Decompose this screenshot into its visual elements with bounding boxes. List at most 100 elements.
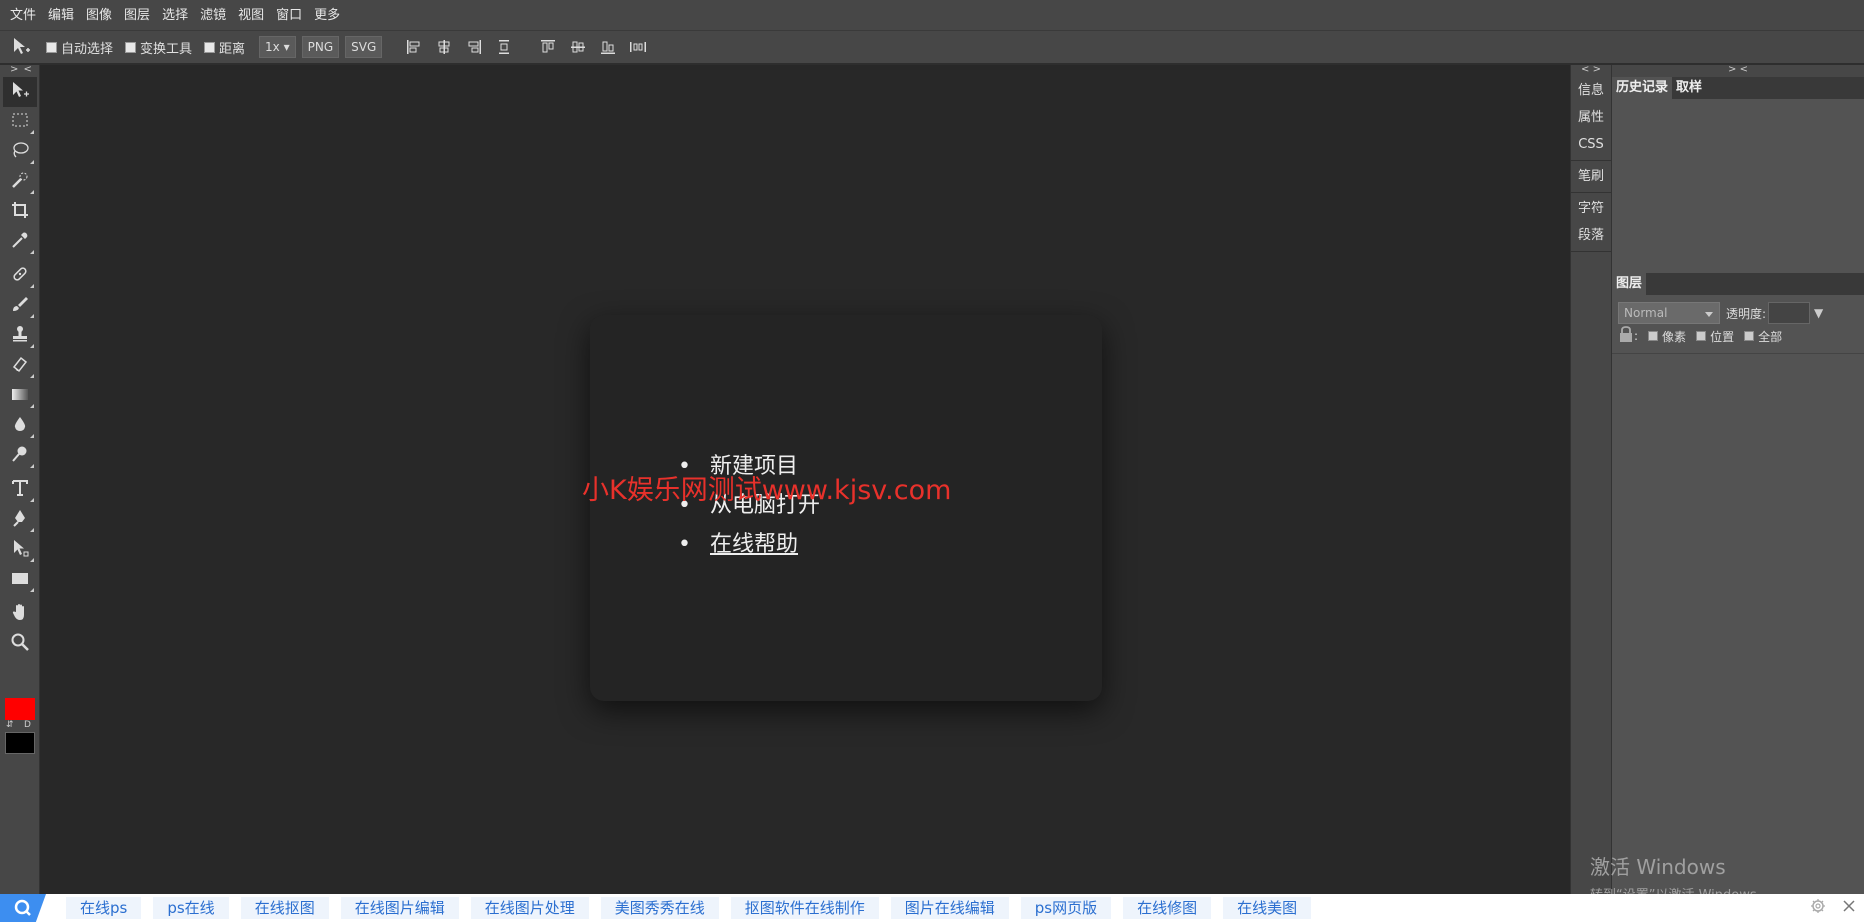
dock-css[interactable]: CSS	[1571, 131, 1611, 158]
foreground-color-swatch[interactable]	[5, 698, 35, 720]
link-online-beautify[interactable]: 在线美图	[1223, 897, 1312, 919]
lock-pixels-label: 像素	[1662, 329, 1687, 344]
eraser-tool[interactable]	[3, 351, 37, 381]
healing-brush-tool[interactable]	[3, 261, 37, 291]
transform-label: 变换工具	[140, 41, 193, 57]
link-online-retouch[interactable]: 在线修图	[1123, 897, 1212, 919]
distribute-h-icon[interactable]	[626, 36, 650, 58]
lasso-icon	[10, 140, 30, 164]
link-image-online-edit[interactable]: 图片在线编辑	[890, 897, 1009, 919]
background-color-swatch[interactable]	[5, 732, 35, 754]
crop-icon	[10, 200, 30, 224]
blend-mode-select[interactable]: Normal	[1618, 302, 1720, 324]
lock-all-checkbox[interactable]: 全部	[1744, 328, 1782, 345]
transform-checkbox[interactable]: 变换工具	[125, 38, 192, 57]
zoom-tool[interactable]	[3, 629, 37, 659]
link-online-image-edit[interactable]: 在线图片编辑	[340, 897, 459, 919]
dock-properties[interactable]: 属性	[1571, 104, 1611, 131]
distance-checkbox[interactable]: 距离	[204, 38, 245, 57]
gradient-tool[interactable]	[3, 381, 37, 411]
png-button[interactable]: PNG	[301, 36, 340, 58]
dodge-tool[interactable]	[3, 441, 37, 471]
clone-stamp-tool[interactable]	[3, 321, 37, 351]
lock-pixels-checkbox[interactable]: 像素	[1648, 328, 1686, 345]
menu-window[interactable]: 窗口	[270, 0, 308, 31]
online-help-link[interactable]: 在线帮助	[678, 525, 820, 564]
crop-tool[interactable]	[3, 197, 37, 227]
drop-icon	[10, 414, 30, 438]
path-select-tool[interactable]	[3, 535, 37, 565]
menu-view[interactable]: 视图	[232, 0, 270, 31]
marquee-tool[interactable]	[3, 107, 37, 137]
eyedropper-tool[interactable]	[3, 227, 37, 257]
gear-icon[interactable]	[1810, 898, 1826, 918]
link-ps-web[interactable]: ps网页版	[1020, 897, 1112, 919]
history-panel	[1612, 99, 1864, 250]
menu-layer[interactable]: 图层	[118, 0, 156, 31]
link-ps-online[interactable]: ps在线	[153, 897, 229, 919]
text-tool[interactable]	[3, 475, 37, 505]
panels-collapse[interactable]: > <	[1612, 65, 1864, 77]
dock-collapse[interactable]: < >	[1571, 65, 1611, 77]
dock-paragraph[interactable]: 段落	[1571, 222, 1611, 249]
menu-file[interactable]: 文件	[4, 0, 42, 31]
stamp-icon	[10, 324, 30, 348]
default-colors-button[interactable]: D	[24, 720, 31, 730]
toolbar-collapse[interactable]: > <	[0, 65, 39, 77]
search-logo-icon[interactable]	[0, 894, 46, 922]
link-meitu-online[interactable]: 美图秀秀在线	[600, 897, 719, 919]
zoom-value: 1x	[265, 40, 280, 54]
move-icon	[10, 80, 30, 104]
link-online-image-process[interactable]: 在线图片处理	[470, 897, 589, 919]
align-center-h-icon[interactable]	[432, 36, 456, 58]
menu-image[interactable]: 图像	[80, 0, 118, 31]
distribute-v-icon[interactable]	[492, 36, 516, 58]
hand-tool[interactable]	[3, 599, 37, 629]
side-dock: < > 信息 属性 CSS 笔刷 字符 段落	[1570, 65, 1612, 894]
pen-icon	[10, 508, 30, 532]
opacity-dropdown-icon[interactable]: ▼	[1814, 306, 1823, 320]
menu-filter[interactable]: 滤镜	[194, 0, 232, 31]
dock-brushes[interactable]: 笔刷	[1571, 163, 1611, 190]
menu-more[interactable]: 更多	[308, 0, 346, 31]
eyedropper-icon	[10, 230, 30, 254]
activation-title: 激活 Windows	[1590, 855, 1726, 879]
link-cutout-software[interactable]: 抠图软件在线制作	[730, 897, 879, 919]
opacity-input[interactable]	[1768, 302, 1811, 324]
bottom-link-bar: 在线ps ps在线 在线抠图 在线图片编辑 在线图片处理 美图秀秀在线 抠图软件…	[0, 894, 1864, 922]
menu-select[interactable]: 选择	[156, 0, 194, 31]
tab-layers[interactable]: 图层	[1612, 273, 1647, 295]
lasso-tool[interactable]	[3, 137, 37, 167]
tab-history[interactable]: 历史记录	[1612, 77, 1673, 99]
link-online-cutout[interactable]: 在线抠图	[240, 897, 329, 919]
magnifier-icon	[10, 632, 30, 656]
swap-colors-icon[interactable]: ⇵	[6, 720, 14, 730]
align-middle-v-icon[interactable]	[566, 36, 590, 58]
zoom-select[interactable]: 1x ▾	[259, 36, 296, 58]
layers-panel: 图层 Normal 透明度: ▼ : 像素 位置 全部	[1612, 273, 1864, 894]
lock-position-checkbox[interactable]: 位置	[1696, 328, 1734, 345]
tab-swatches[interactable]: 取样	[1672, 77, 1706, 99]
dock-info[interactable]: 信息	[1571, 77, 1611, 104]
align-bottom-icon[interactable]	[596, 36, 620, 58]
dock-character[interactable]: 字符	[1571, 195, 1611, 222]
opacity-label: 透明度:	[1726, 306, 1767, 321]
align-left-icon[interactable]	[402, 36, 426, 58]
link-online-ps[interactable]: 在线ps	[66, 897, 142, 919]
brush-tool[interactable]	[3, 291, 37, 321]
close-icon[interactable]	[1842, 899, 1856, 917]
pen-tool[interactable]	[3, 505, 37, 535]
blur-tool[interactable]	[3, 411, 37, 441]
path-select-icon	[10, 538, 30, 562]
auto-select-checkbox[interactable]: 自动选择	[46, 38, 113, 57]
quick-select-tool[interactable]	[3, 167, 37, 197]
align-top-icon[interactable]	[536, 36, 560, 58]
tools-panel: > < ⇵ D	[0, 65, 40, 894]
rectangle-tool[interactable]	[3, 565, 37, 595]
move-tool[interactable]	[3, 77, 37, 107]
right-panels: > < 历史记录 取样 图层 Normal 透明度: ▼ : 像素 位置 全部	[1612, 65, 1864, 894]
menu-edit[interactable]: 编辑	[42, 0, 80, 31]
site-watermark: 小K娱乐网测试www.kjsv.com	[582, 475, 952, 506]
svg-button[interactable]: SVG	[345, 36, 383, 58]
align-right-icon[interactable]	[462, 36, 486, 58]
